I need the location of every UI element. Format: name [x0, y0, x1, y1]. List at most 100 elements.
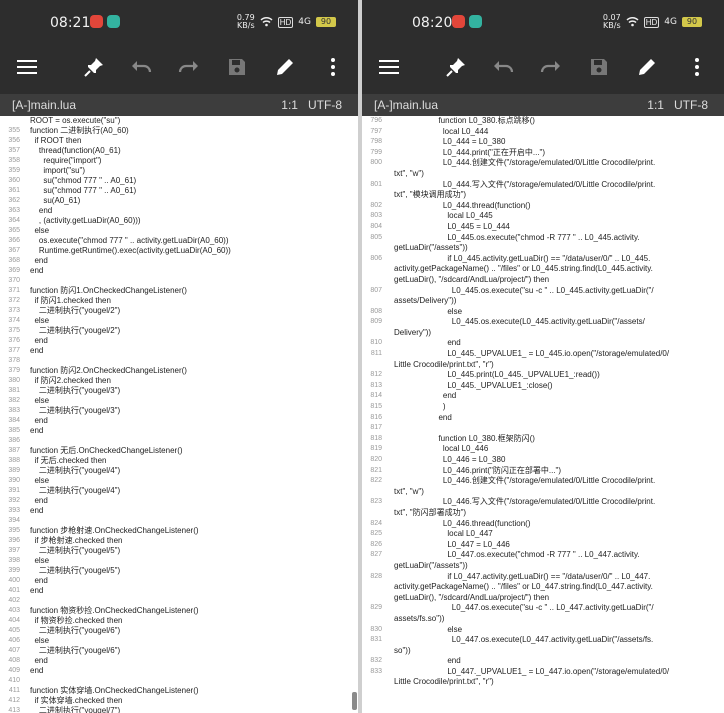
- code-text: L0_444.写入文件("/storage/emulated/0/Little …: [394, 179, 656, 189]
- line-number: 408: [8, 657, 20, 664]
- line-number: 831: [370, 636, 382, 644]
- code-line: 376 end: [0, 336, 358, 346]
- line-number: 368: [8, 257, 20, 264]
- code-line: 807 L0_445.os.execute("su -c " .. L0_445…: [362, 286, 724, 297]
- code-text: else: [394, 624, 463, 634]
- line-number: 388: [8, 457, 20, 464]
- code-line: 374 else: [0, 316, 358, 326]
- code-line: 830 else: [362, 625, 724, 636]
- code-line: 817: [362, 423, 724, 434]
- code-text: function 物资秒捡.OnCheckedChangeListener(): [30, 606, 199, 615]
- line-number: 376: [8, 337, 20, 344]
- code-text: L0_446 = L0_380: [394, 455, 506, 464]
- code-line: 387 function 无后.OnCheckedChangeListener(): [0, 446, 358, 456]
- code-text: if 防闪1.checked then: [30, 296, 111, 305]
- code-text: L0_446.thread(function(): [394, 518, 531, 528]
- edit-pencil-icon[interactable]: [632, 52, 662, 82]
- code-text: ): [394, 402, 446, 412]
- battery-icon: 90: [316, 17, 336, 27]
- code-text: 二进制执行("yougel/3"): [30, 386, 121, 395]
- file-tab[interactable]: [A-]main.lua: [374, 98, 438, 112]
- code-line: Little Crocodile/print.txt", "r"): [362, 677, 724, 688]
- line-number: 412: [8, 697, 20, 704]
- line-number: 798: [370, 138, 382, 146]
- more-options-icon[interactable]: [682, 52, 712, 82]
- code-line: 404 if 物资秒捡.checked then: [0, 616, 358, 626]
- code-line: 409 end: [0, 666, 358, 676]
- code-line: 799 L0_444.print("正在开启中..."): [362, 148, 724, 159]
- code-editor[interactable]: 796 function L0_380.标点跳移() 797 local L0_4…: [362, 116, 724, 713]
- undo-icon[interactable]: [127, 52, 157, 82]
- signal-icon: 4G: [298, 17, 311, 27]
- code-line: 359 import("su"): [0, 166, 358, 176]
- code-line: 358 require("import"): [0, 156, 358, 166]
- code-line: 829 L0_447.os.execute("su -c " .. L0_447…: [362, 603, 724, 614]
- line-number: 358: [8, 157, 20, 164]
- editor-toolbar: [362, 44, 724, 88]
- code-line: 828 if L0_447.activity.getLuaDir() == "/…: [362, 572, 724, 583]
- code-line: 802 L0_444.thread(function(): [362, 201, 724, 212]
- line-number: 796: [370, 117, 382, 124]
- line-number: 359: [8, 167, 20, 174]
- file-tab[interactable]: [A-]main.lua: [12, 98, 76, 112]
- code-line: 403 function 物资秒捡.OnCheckedChangeListener…: [0, 606, 358, 616]
- line-number: 399: [8, 567, 20, 574]
- line-number: 812: [370, 371, 382, 379]
- battery-icon: 90: [682, 17, 702, 27]
- code-text: L0_445._UPVALUE1_ = L0_445.io.open("/sto…: [394, 349, 670, 359]
- line-number: 832: [370, 657, 382, 665]
- line-number: 833: [370, 667, 382, 675]
- code-text: txt", "防闪部署成功"): [394, 507, 467, 517]
- code-editor[interactable]: ROOT = os.execute("su") 355 function 二进制执行…: [0, 116, 358, 713]
- menu-icon[interactable]: [374, 52, 404, 82]
- edit-pencil-icon[interactable]: [270, 52, 300, 82]
- code-text: end: [30, 506, 44, 515]
- code-text: L0_447.os.execute(L0_447.activity.getLua…: [394, 635, 654, 645]
- status-icons: 0.79 KB/s HD 4G 90: [237, 14, 336, 30]
- code-text: L0_446.创建文件("/storage/emulated/0/Little …: [394, 476, 656, 486]
- save-icon[interactable]: [222, 52, 252, 82]
- scrollbar-thumb[interactable]: [352, 692, 357, 710]
- code-text: end: [30, 576, 48, 585]
- line-number: 797: [370, 127, 382, 135]
- line-number: 370: [8, 277, 20, 284]
- redo-icon[interactable]: [535, 52, 565, 82]
- undo-icon[interactable]: [489, 52, 519, 82]
- save-icon[interactable]: [584, 52, 614, 82]
- code-text: if L0_447.activity.getLuaDir() == "/data…: [394, 571, 651, 581]
- line-number: 403: [8, 607, 20, 614]
- line-number: 815: [370, 403, 382, 411]
- line-number: 387: [8, 447, 20, 454]
- code-line: 398 else: [0, 556, 358, 566]
- code-line: 832 end: [362, 656, 724, 667]
- code-text: function L0_380.框架防闪(): [394, 433, 535, 443]
- code-line: assets/fs.so")): [362, 614, 724, 625]
- code-line: 831 L0_447.os.execute(L0_447.activity.ge…: [362, 635, 724, 646]
- code-text: else: [394, 306, 463, 316]
- code-line: txt", "w"): [362, 169, 724, 180]
- code-text: end: [394, 338, 461, 348]
- menu-icon[interactable]: [12, 52, 42, 82]
- code-text: L0_447.os.execute("su -c " .. L0_447.act…: [394, 603, 654, 613]
- pin-icon[interactable]: [441, 52, 471, 82]
- line-number: 410: [8, 677, 20, 684]
- line-number: 413: [8, 707, 20, 713]
- line-number: 820: [370, 456, 382, 463]
- code-text: function 实体穿墙.OnCheckedChangeListener(): [30, 686, 199, 695]
- line-number: 406: [8, 637, 20, 644]
- code-text: end: [394, 391, 457, 401]
- pin-icon[interactable]: [79, 52, 109, 82]
- line-number: 380: [8, 377, 20, 384]
- notification-app-icon: [90, 15, 103, 28]
- code-text: function 防闪1.OnCheckedChangeListener(): [30, 286, 187, 295]
- line-number: 398: [8, 557, 20, 564]
- code-line: 399 二进制执行("yougel/5"): [0, 566, 358, 576]
- code-text: local L0_444: [394, 126, 489, 136]
- redo-icon[interactable]: [173, 52, 203, 82]
- code-line: 386: [0, 436, 358, 446]
- code-line: 392 end: [0, 496, 358, 506]
- more-options-icon[interactable]: [318, 52, 348, 82]
- line-number: 371: [8, 287, 20, 294]
- code-text: su(A0_61): [30, 196, 81, 205]
- code-line: 812 L0_445.print(L0_445._UPVALUE1_:read(…: [362, 370, 724, 381]
